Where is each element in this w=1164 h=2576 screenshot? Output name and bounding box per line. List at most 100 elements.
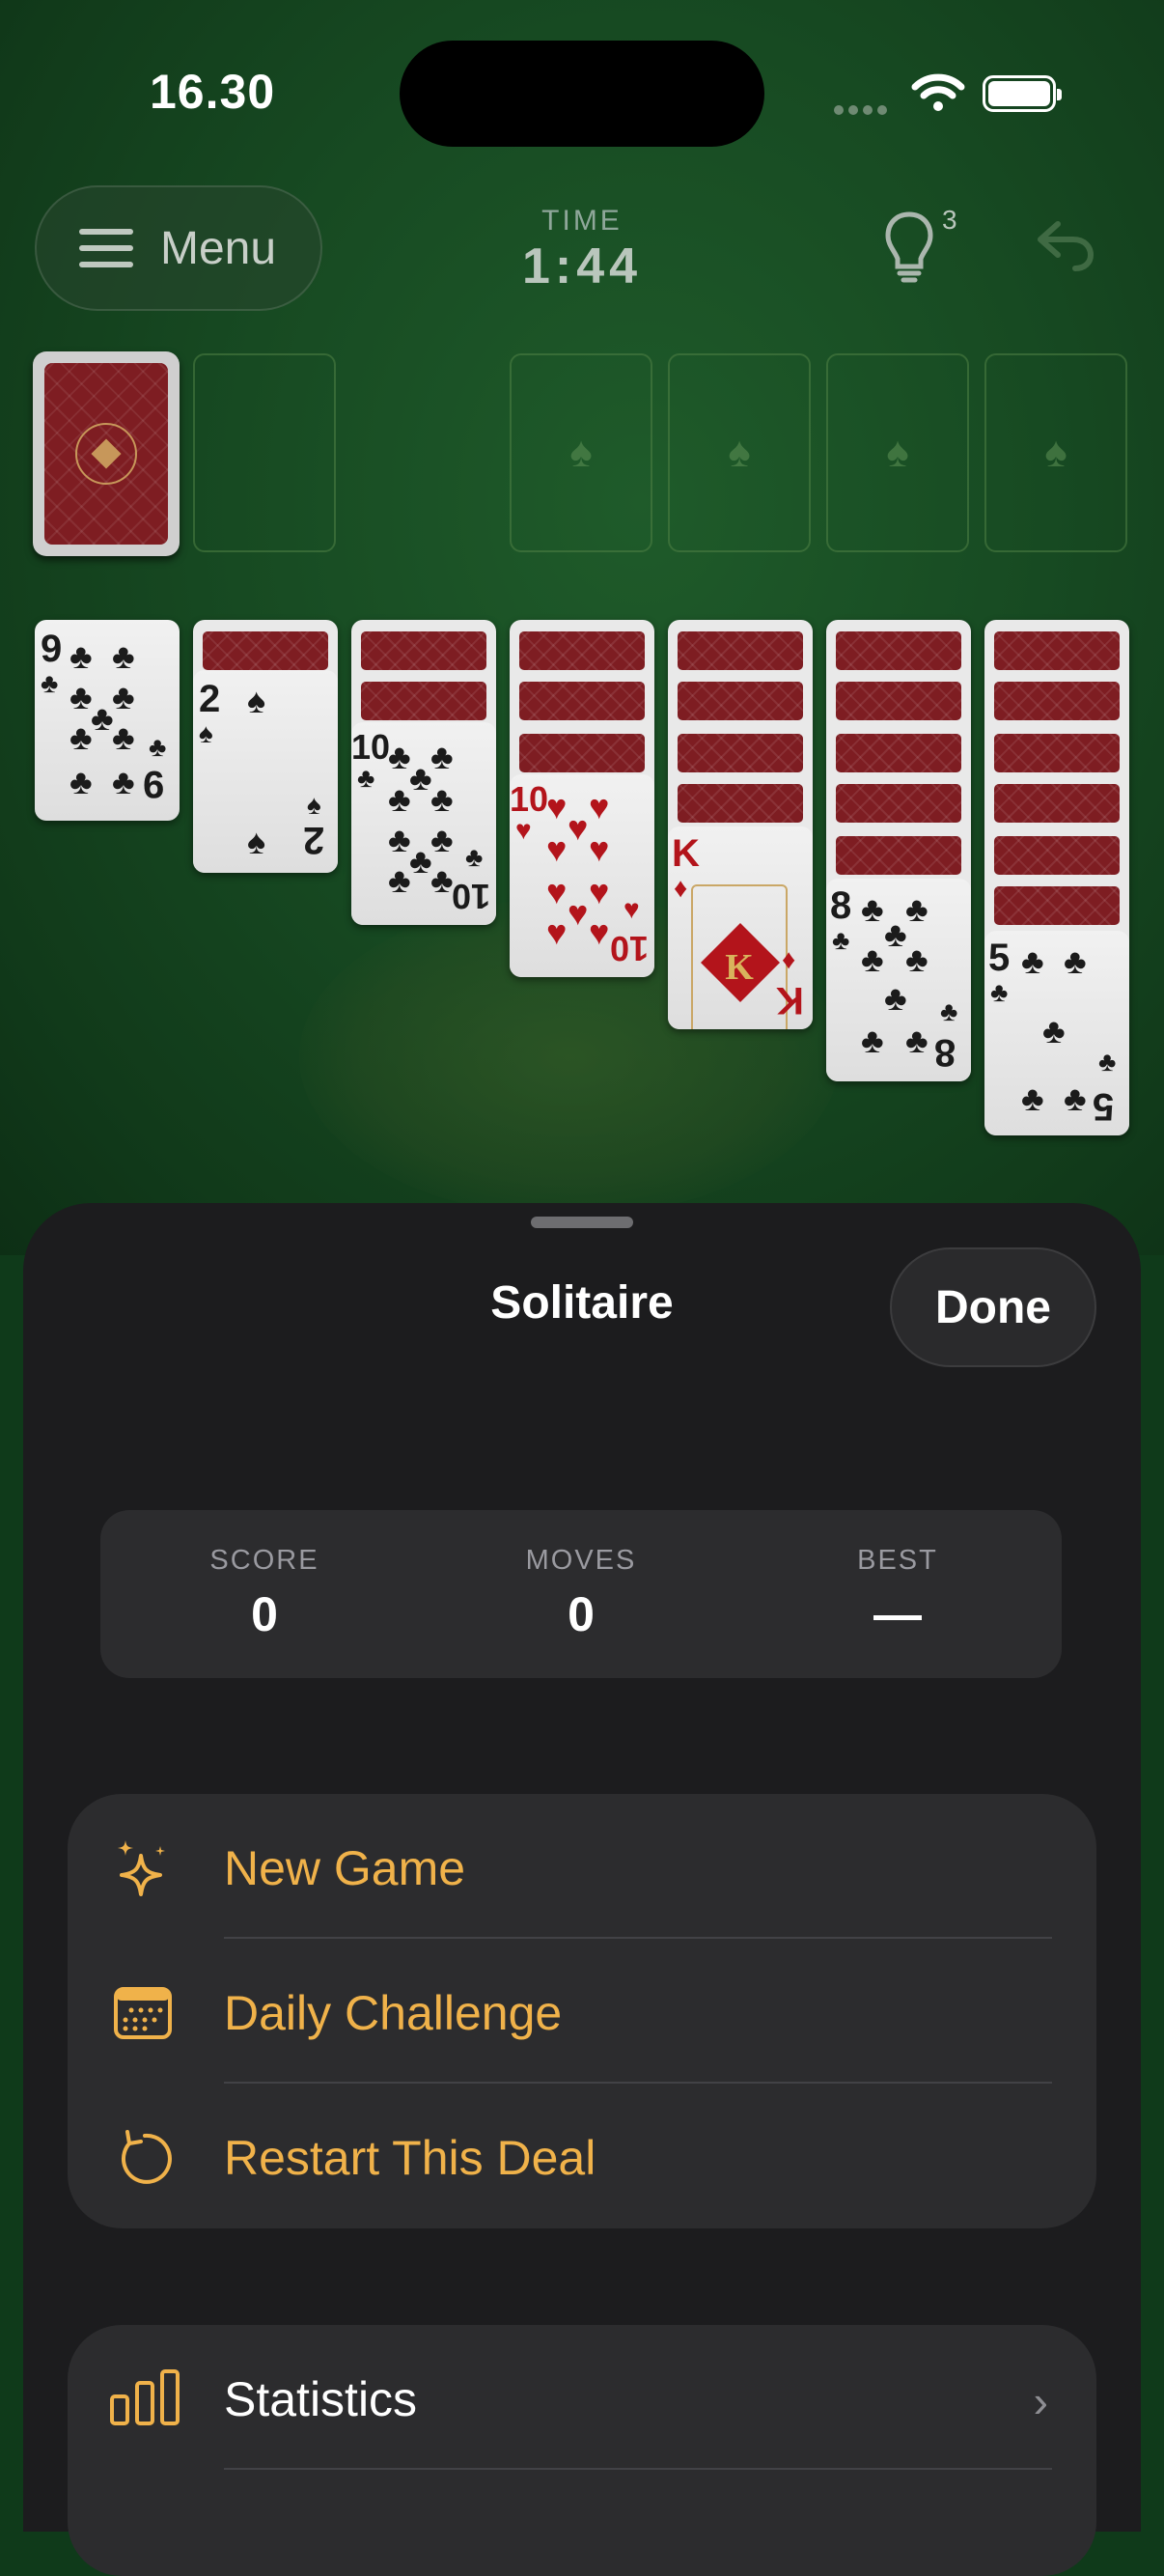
club-icon: ♣ <box>1064 1078 1087 1118</box>
tableau-card-8-clubs[interactable]: 8 ♣ ♣ ♣ ♣ ♣ ♣ ♣ ♣ ♣ ♣ 8 <box>826 879 971 1081</box>
waste-pile[interactable] <box>193 353 336 552</box>
card-rank-inverted: 5 <box>1093 1085 1115 1128</box>
face-down-card <box>361 631 486 670</box>
foundation-slot-4[interactable]: ♠ <box>984 353 1127 552</box>
undo-icon[interactable] <box>1033 218 1096 272</box>
tableau-card-5-clubs[interactable]: 5 ♣ ♣ ♣ ♣ ♣ ♣ ♣ 5 <box>984 931 1129 1135</box>
daily-challenge-row[interactable]: Daily Challenge <box>68 1939 1096 2084</box>
face-down-card <box>994 631 1120 670</box>
face-down-card <box>678 784 803 823</box>
face-down-card <box>994 784 1120 823</box>
daily-challenge-label: Daily Challenge <box>224 1986 563 2040</box>
card-rank: 5 <box>988 937 1011 979</box>
club-icon: ♣ <box>388 737 411 776</box>
moves-stat: MOVES 0 <box>456 1545 707 1642</box>
face-down-card <box>836 682 961 720</box>
club-icon: ♣ <box>905 939 928 979</box>
sheet-grabber[interactable] <box>531 1217 633 1228</box>
heart-icon: ♥ <box>515 815 532 845</box>
tableau-card-10-clubs[interactable]: 10 ♣ ♣ ♣ ♣ ♣ ♣ ♣ ♣ ♣ ♣ ♣ ♣ 10 <box>351 722 496 925</box>
face-down-card <box>994 886 1120 925</box>
time-caption: TIME <box>541 205 623 237</box>
foundation-slot-2[interactable]: ♠ <box>668 353 811 552</box>
club-icon: ♣ <box>409 841 432 881</box>
card-back <box>44 363 168 545</box>
card-rank: K <box>672 832 700 875</box>
heart-icon: ♥ <box>546 787 568 826</box>
club-icon: ♣ <box>409 758 432 798</box>
tableau-column-3[interactable]: 10 ♣ ♣ ♣ ♣ ♣ ♣ ♣ ♣ ♣ ♣ ♣ ♣ 10 <box>351 620 496 925</box>
club-icon: ♣ <box>69 636 93 676</box>
foundation-slot-1[interactable]: ♠ <box>510 353 652 552</box>
tableau-column-4[interactable]: 10 ♥ ♥ ♥ ♥ ♥ ♥ ♥ ♥ ♥ ♥ ♥ ♥ 10 <box>510 620 654 977</box>
face-down-card <box>678 734 803 772</box>
tableau-card-9-clubs[interactable]: 9 ♣ ♣ ♣ ♣ ♣ ♣ ♣ ♣ ♣ ♣ ♣ 9 <box>35 620 180 821</box>
card-rank-inverted: 8 <box>934 1031 956 1074</box>
restart-icon <box>121 2130 172 2184</box>
stock-pile[interactable] <box>33 351 180 556</box>
heart-icon: ♥ <box>546 872 568 911</box>
club-icon: ♣ <box>91 698 114 738</box>
card-rank-inverted: K <box>776 979 804 1022</box>
tableau-card-10-hearts[interactable]: 10 ♥ ♥ ♥ ♥ ♥ ♥ ♥ ♥ ♥ ♥ ♥ ♥ 10 <box>510 774 654 977</box>
face-down-card <box>836 836 961 875</box>
club-icon: ♣ <box>465 842 484 872</box>
menu-button[interactable]: Menu <box>35 185 322 311</box>
game-actions-group: New Game Daily Challenge Restart This De… <box>68 1794 1096 2228</box>
club-icon: ♣ <box>112 762 135 801</box>
club-icon: ♣ <box>861 1021 884 1060</box>
heart-icon: ♥ <box>624 894 640 924</box>
club-icon: ♣ <box>112 636 135 676</box>
heart-icon: ♥ <box>568 893 589 933</box>
tableau-card-2-spades[interactable]: 2 ♠ ♠ ♠ ♠ 2 <box>193 670 338 873</box>
spade-icon: ♠ <box>247 822 266 861</box>
tableau-column-2[interactable]: 2 ♠ ♠ ♠ ♠ 2 <box>193 620 338 873</box>
club-icon: ♣ <box>1021 941 1044 981</box>
face-down-card <box>519 682 645 720</box>
tableau-column-7[interactable]: 5 ♣ ♣ ♣ ♣ ♣ ♣ ♣ 5 <box>984 620 1129 1135</box>
face-down-card <box>678 631 803 670</box>
card-rank: 8 <box>830 884 852 927</box>
new-game-label: New Game <box>224 1841 466 1895</box>
tableau-column-6[interactable]: 8 ♣ ♣ ♣ ♣ ♣ ♣ ♣ ♣ ♣ ♣ 8 <box>826 620 971 1081</box>
club-icon: ♣ <box>357 763 375 793</box>
club-icon: ♣ <box>430 860 454 900</box>
restart-deal-row[interactable]: Restart This Deal <box>68 2084 1096 2228</box>
club-icon: ♣ <box>69 717 93 757</box>
club-icon: ♣ <box>430 820 454 859</box>
club-icon: ♣ <box>905 889 928 929</box>
hint-lightbulb-icon[interactable] <box>882 210 936 284</box>
new-game-row[interactable]: New Game <box>68 1794 1096 1939</box>
club-icon: ♣ <box>884 978 907 1018</box>
foundation-slot-3[interactable]: ♠ <box>826 353 969 552</box>
best-stat: BEST — <box>772 1545 1023 1642</box>
face-down-card <box>994 836 1120 875</box>
score-value: 0 <box>251 1587 278 1641</box>
king-court-picture: K <box>691 884 788 1029</box>
club-icon: ♣ <box>1098 1047 1117 1077</box>
card-rank: 10 <box>351 727 391 767</box>
restart-deal-label: Restart This Deal <box>224 2131 596 2185</box>
face-down-card <box>203 631 328 670</box>
face-down-card <box>836 784 961 823</box>
face-down-card <box>994 682 1120 720</box>
tableau-card-king-diamonds[interactable]: K ♦ K ♦ K <box>668 826 813 1029</box>
more-group: Statistics › <box>68 2325 1096 2576</box>
face-down-card <box>836 631 961 670</box>
club-icon: ♣ <box>1064 941 1087 981</box>
tableau-column-5[interactable]: K ♦ K ♦ K <box>668 620 813 1029</box>
time-value: 1:44 <box>521 238 643 294</box>
spade-icon: ♠ <box>307 790 321 820</box>
chart-bars-icon <box>110 2369 180 2425</box>
card-rank: 2 <box>199 678 221 720</box>
club-icon: ♣ <box>430 779 454 819</box>
club-icon: ♣ <box>905 1021 928 1060</box>
club-icon: ♣ <box>388 860 411 900</box>
score-stat: SCORE 0 <box>139 1545 390 1642</box>
club-icon: ♣ <box>41 668 59 698</box>
dynamic-island <box>400 41 764 147</box>
done-button[interactable]: Done <box>890 1247 1096 1367</box>
club-icon: ♣ <box>861 889 884 929</box>
statistics-row[interactable]: Statistics › <box>68 2325 1096 2470</box>
club-icon: ♣ <box>940 996 958 1026</box>
